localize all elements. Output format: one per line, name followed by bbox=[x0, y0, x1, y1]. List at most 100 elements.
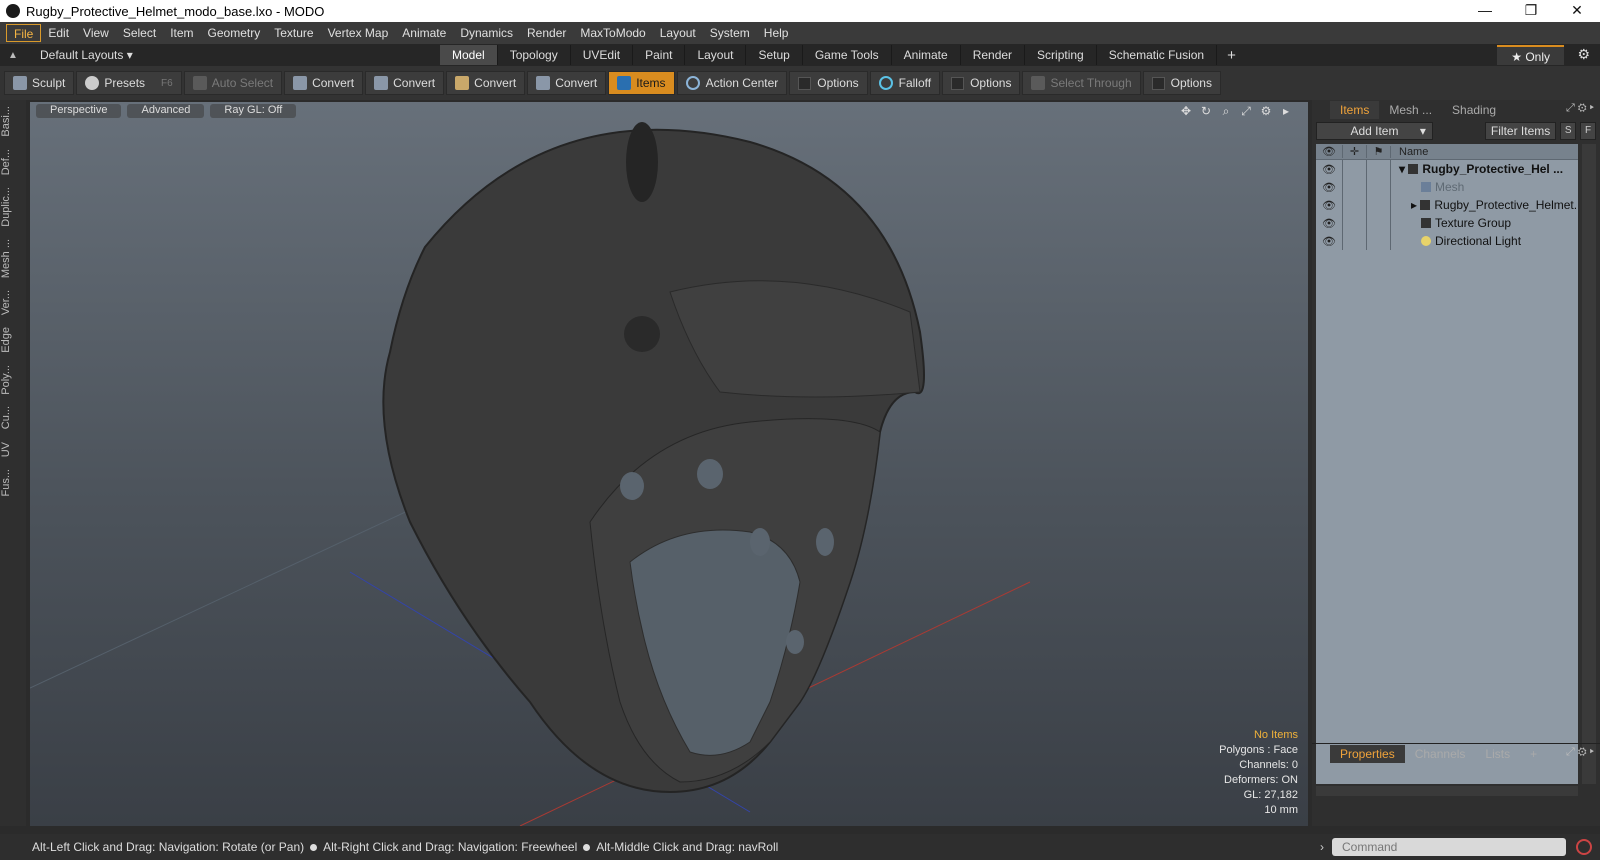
zoom-icon[interactable]: ⌕ bbox=[1216, 104, 1236, 119]
convert-items-button[interactable]: Convert bbox=[527, 71, 607, 95]
left-tab-duplicate[interactable]: Duplic... bbox=[0, 181, 26, 233]
falloff-button[interactable]: Falloff bbox=[869, 71, 941, 95]
helmet-model[interactable] bbox=[30, 102, 1308, 826]
menu-geometry[interactable]: Geometry bbox=[201, 24, 268, 42]
convert-edges-button[interactable]: Convert bbox=[365, 71, 445, 95]
options-button-3[interactable]: Options bbox=[1142, 71, 1221, 95]
lock-column-icon[interactable]: ✛ bbox=[1342, 145, 1366, 158]
fit-icon[interactable]: ⤢ bbox=[1236, 104, 1256, 119]
viewport-settings-icon[interactable]: ⚙ bbox=[1256, 104, 1276, 119]
tab-topology[interactable]: Topology bbox=[498, 45, 571, 65]
items-mode-button[interactable]: Items bbox=[608, 71, 675, 95]
tab-render[interactable]: Render bbox=[961, 45, 1026, 65]
expand-arrow-icon[interactable]: ▸ bbox=[1411, 198, 1420, 212]
tab-game-tools[interactable]: Game Tools bbox=[803, 45, 892, 65]
chevron-down-icon[interactable]: ▾ bbox=[1420, 123, 1426, 139]
view-mode-button[interactable]: Perspective bbox=[36, 104, 122, 118]
command-input[interactable]: Command bbox=[1332, 838, 1566, 856]
3d-viewport[interactable]: Perspective Advanced Ray GL: Off ✥ ↻ ⌕ ⤢… bbox=[30, 102, 1308, 826]
list-item[interactable]: 👁 ▾ Rugby_Protective_Hel ... bbox=[1316, 160, 1578, 178]
raygl-toggle[interactable]: Ray GL: Off bbox=[210, 104, 297, 118]
eye-icon[interactable]: 👁 bbox=[1316, 163, 1342, 176]
tab-channels[interactable]: Channels bbox=[1405, 745, 1476, 763]
add-panel-tab-button[interactable]: + bbox=[1520, 745, 1547, 763]
list-item[interactable]: 👁 Texture Group bbox=[1316, 214, 1578, 232]
tab-uvedit[interactable]: UVEdit bbox=[571, 45, 634, 65]
list-item[interactable]: 👁 Mesh bbox=[1316, 178, 1578, 196]
item-list-scrollbar[interactable] bbox=[1582, 144, 1596, 784]
default-layouts-dropdown[interactable]: Default Layouts ▾ bbox=[40, 48, 133, 62]
left-tab-deform[interactable]: Def... bbox=[0, 143, 26, 181]
tab-layout[interactable]: Layout bbox=[685, 45, 747, 65]
visibility-column-icon[interactable]: 👁 bbox=[1316, 145, 1342, 158]
menu-dynamics[interactable]: Dynamics bbox=[453, 24, 520, 42]
minimize-button[interactable]: — bbox=[1462, 0, 1508, 22]
eye-icon[interactable]: 👁 bbox=[1316, 235, 1342, 248]
filter-items-button[interactable]: Filter Items bbox=[1484, 122, 1557, 140]
left-tab-fusion[interactable]: Fus... bbox=[0, 463, 26, 503]
left-tab-curve[interactable]: Cu... bbox=[0, 400, 26, 435]
panel-options-icon[interactable]: ⤢ ⚙ ▸ bbox=[1566, 746, 1594, 759]
menu-system[interactable]: System bbox=[703, 24, 757, 42]
auto-select-button[interactable]: Auto Select bbox=[183, 71, 283, 95]
convert-vertices-button[interactable]: Convert bbox=[284, 71, 364, 95]
name-column-header[interactable]: Name bbox=[1390, 145, 1578, 158]
menu-texture[interactable]: Texture bbox=[267, 24, 320, 42]
options-checkbox[interactable] bbox=[1151, 76, 1165, 90]
f-button[interactable]: F bbox=[1580, 122, 1597, 140]
tab-properties[interactable]: Properties bbox=[1330, 744, 1405, 763]
menu-file[interactable]: File bbox=[6, 24, 42, 42]
eye-icon[interactable]: 👁 bbox=[1316, 181, 1342, 194]
rotate-icon[interactable]: ↻ bbox=[1196, 104, 1216, 119]
tab-shading[interactable]: Shading bbox=[1442, 101, 1506, 119]
eye-icon[interactable]: 👁 bbox=[1316, 199, 1342, 212]
layouts-selector[interactable]: ▲ Default Layouts ▾ bbox=[0, 48, 440, 62]
menu-render[interactable]: Render bbox=[520, 24, 573, 42]
left-tab-uv[interactable]: UV bbox=[0, 436, 26, 463]
options-button-1[interactable]: Options bbox=[789, 71, 868, 95]
menu-select[interactable]: Select bbox=[116, 24, 163, 42]
menu-animate[interactable]: Animate bbox=[395, 24, 453, 42]
menu-item[interactable]: Item bbox=[163, 24, 200, 42]
menu-layout[interactable]: Layout bbox=[653, 24, 703, 42]
left-tab-basic[interactable]: Basi... bbox=[0, 100, 26, 143]
options-button-2[interactable]: Options bbox=[942, 71, 1021, 95]
tab-lists[interactable]: Lists bbox=[1475, 745, 1520, 763]
left-tab-edge[interactable]: Edge bbox=[0, 321, 26, 359]
tab-model[interactable]: Model bbox=[440, 45, 498, 65]
left-tab-vertex[interactable]: Ver... bbox=[0, 284, 26, 321]
list-item[interactable]: 👁 ▸ Rugby_Protective_Helmet... bbox=[1316, 196, 1578, 214]
pan-icon[interactable]: ✥ bbox=[1176, 104, 1196, 119]
tab-setup[interactable]: Setup bbox=[746, 45, 803, 65]
options-checkbox[interactable] bbox=[798, 76, 812, 90]
tab-scripting[interactable]: Scripting bbox=[1025, 45, 1097, 65]
sculpt-button[interactable]: Sculpt bbox=[4, 71, 75, 95]
select-through-button[interactable]: Select Through bbox=[1022, 71, 1141, 95]
record-macro-icon[interactable] bbox=[1576, 839, 1592, 855]
tab-schematic-fusion[interactable]: Schematic Fusion bbox=[1097, 45, 1218, 65]
maximize-button[interactable]: ❐ bbox=[1508, 0, 1554, 22]
menu-maxtomodo[interactable]: MaxToModo bbox=[573, 24, 652, 42]
panel-options-icon[interactable]: ⤢ ⚙ ▸ bbox=[1566, 102, 1594, 115]
menu-vertex-map[interactable]: Vertex Map bbox=[321, 24, 396, 42]
expand-arrow-icon[interactable]: ▾ bbox=[1399, 162, 1408, 176]
item-list-hscrollbar[interactable] bbox=[1316, 786, 1578, 796]
presets-button[interactable]: Presets F6 bbox=[76, 71, 182, 95]
convert-polygons-button[interactable]: Convert bbox=[446, 71, 526, 95]
viewport-expand-icon[interactable]: ▸ bbox=[1276, 104, 1296, 119]
tab-paint[interactable]: Paint bbox=[633, 45, 686, 65]
tab-items[interactable]: Items bbox=[1330, 101, 1380, 119]
shading-mode-button[interactable]: Advanced bbox=[127, 104, 205, 118]
menu-help[interactable]: Help bbox=[757, 24, 796, 42]
add-tab-button[interactable]: + bbox=[1217, 47, 1246, 64]
eye-icon[interactable]: 👁 bbox=[1316, 217, 1342, 230]
menu-view[interactable]: View bbox=[76, 24, 116, 42]
add-item-button[interactable]: Add Item ▾ bbox=[1316, 122, 1433, 140]
left-tab-polygon[interactable]: Poly... bbox=[0, 359, 26, 401]
command-history-icon[interactable]: › bbox=[1312, 840, 1332, 854]
close-button[interactable]: ✕ bbox=[1554, 0, 1600, 22]
render-column-icon[interactable]: ⚑ bbox=[1366, 145, 1390, 158]
menu-edit[interactable]: Edit bbox=[41, 24, 76, 42]
s-button[interactable]: S bbox=[1560, 122, 1577, 140]
left-tab-mesh[interactable]: Mesh ... bbox=[0, 233, 26, 284]
